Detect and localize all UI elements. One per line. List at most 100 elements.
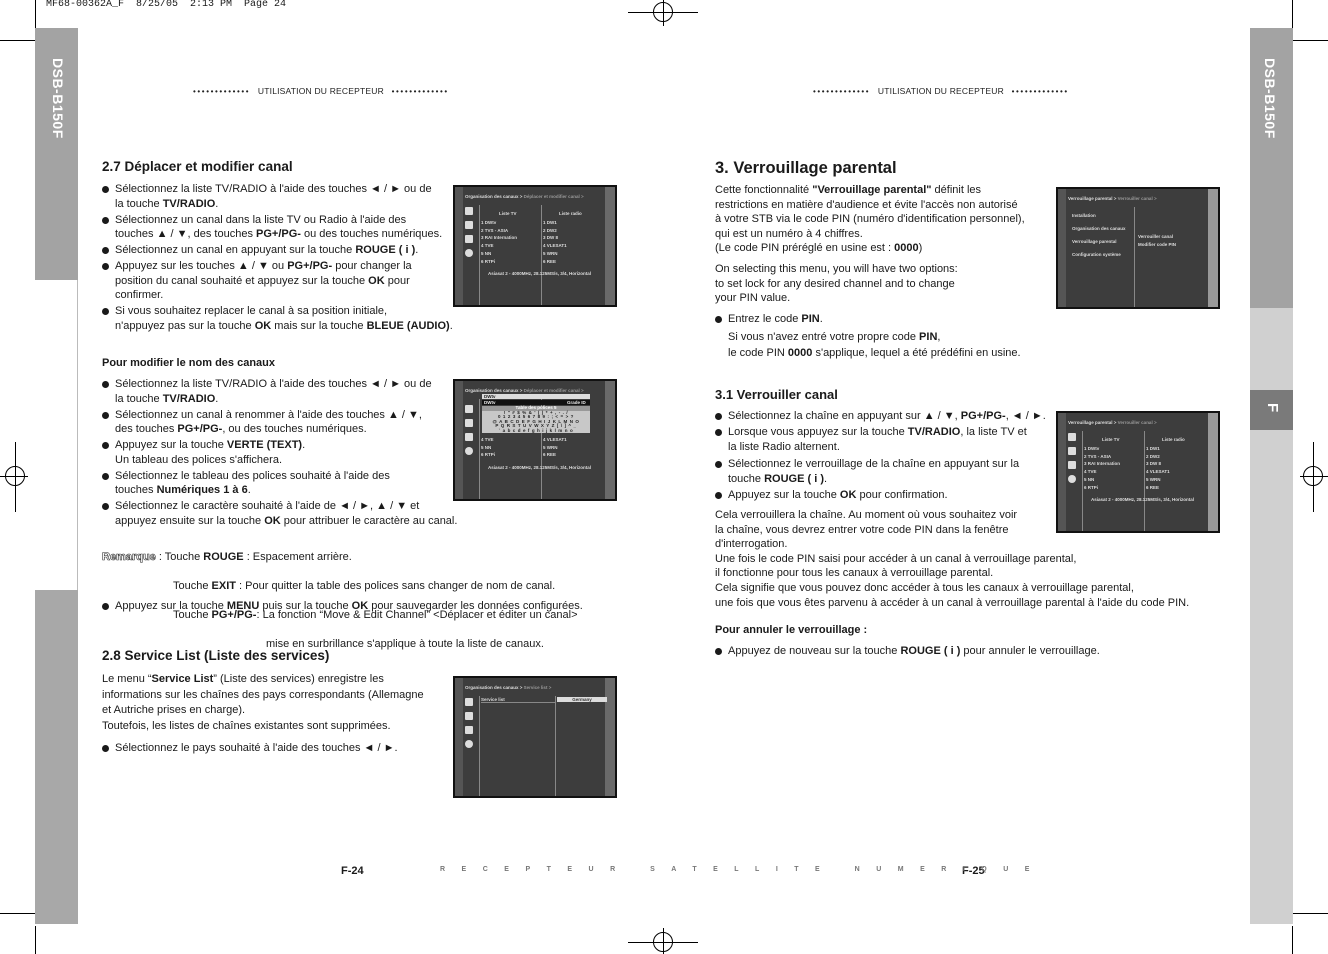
text: . [449,319,453,332]
text: Touche [173,579,212,592]
installation-icon [465,207,473,215]
bold-text: ROUGE ( i ) [764,472,824,485]
bullet-list: Sélectionnez la liste TV/RADIO à l'aide … [102,377,482,530]
crop-mark [15,442,16,512]
bullet-item: Appuyez sur la touche MENU puis sur la t… [102,599,622,614]
text: Entrez le code [728,313,802,325]
list-item: 4 TVE [1084,469,1097,475]
list-item: 3 RAI Internation [1084,461,1121,467]
model-label: DSB-B150F [50,58,66,139]
list-item: 2 TVS - ASIA [1084,453,1112,459]
list-item: 1 DWtv [1084,446,1100,451]
bold-text: EXIT [211,579,236,592]
list-item: 6 RTPi [1084,484,1099,490]
bold-text: VERTE (TEXT) [226,439,303,452]
list-item: 3 RAI Internation [481,235,518,241]
list-item: 3 DW 8 [1146,461,1162,467]
page-number-left: F-24 [341,865,364,877]
screenshot-font-table: Organisation des canaux > Déplacer et mo… [453,379,617,501]
text: Cela verrouillera la chaîne. Au moment o… [715,509,1190,609]
crop-mark [0,40,35,41]
text: Appuyez sur la touche [115,600,227,612]
list-item: 5 WRN [1146,476,1161,482]
list-item: 2 DW2 [543,227,557,233]
settings-icon [465,249,473,257]
paragraph: Si vous n'avez entré votre propre code P… [728,330,1058,361]
crop-mark [0,913,35,914]
text: , ◄ / ►. [1005,410,1046,422]
crop-mark [35,0,36,28]
text: . [215,392,219,405]
text: : Espacement arrière. [243,550,352,563]
list-item: 5 NN [1084,476,1095,482]
bullet-item: Sélectionnez la liste TV/RADIO à l'aide … [102,377,482,406]
crop-mark [1292,0,1293,28]
bold-text: TV/RADIO [162,197,216,210]
list-item: 1 DW1 [543,220,557,225]
text: puis sur la touche [259,600,352,612]
list-item: Organisation des canaux [1072,226,1126,231]
bold-text: BLEUE (AUDIO) [366,319,450,332]
text: On selecting this menu, you will have tw… [715,263,958,305]
bullet-item: Sélectionnez un canal en appuyant sur la… [102,243,462,258]
bullet-list: Appuyez de nouveau sur la touche ROUGE (… [715,644,1215,660]
bullet-list: Appuyez sur la touche MENU puis sur la t… [102,599,622,615]
bullet-item: Appuyez sur les touches ▲ / ▼ ou PG+/PG-… [102,259,462,303]
text: . [823,472,828,485]
section-title-3: 3. Verrouillage parental [715,159,897,177]
subsection-title: Pour annuler le verrouillage : [715,624,868,636]
bullet-item: Appuyez sur la touche VERTE (TEXT). Un t… [102,438,482,467]
remark-label: Remarque [102,550,156,563]
list-item: 2 DW2 [1146,453,1160,459]
bold-text: 0000 [894,242,919,255]
list-item: 5 WRN [543,444,558,450]
text: . [819,313,823,325]
paragraph: Cette fonctionnalité "Verrouillage paren… [715,183,1045,256]
bold-text: OK [254,319,272,332]
text: : Touche [155,550,204,563]
section-title-3-1: 3.1 Verrouiller canal [715,387,838,402]
bold-text: PG+/PG- [287,260,333,273]
list-item: 1 DWtv [481,220,497,225]
bullet-item: Sélectionnez un canal à renommer à l'aid… [102,408,482,437]
list-item: 5 WRN [543,250,558,256]
text: . [247,484,251,497]
list-item: 5 NN [481,444,492,450]
bullet-item: Appuyez sur la touche OK pour confirmati… [715,488,1055,503]
bold-text: TV/RADIO [907,426,961,439]
list-item: 4 VLESAT1 [543,243,567,249]
left-side-tab-bottom [35,590,78,924]
running-header: ••••••••••••• UTILISATION DU RECEPTEUR •… [193,86,449,96]
text: : Pour quitter la table des polices sans… [235,579,556,592]
bullet-item: Lorsque vous appuyez sur la touche TV/RA… [715,425,1055,455]
paragraph: Le menu “Service List” (Liste des servic… [102,672,452,734]
bold-text: Numériques 1 à 6 [156,484,248,497]
list-item: 6 REE [543,452,557,458]
running-header: ••••••••••••• UTILISATION DU RECEPTEUR •… [813,86,1069,96]
text: Appuyez sur la touche [115,439,227,452]
bullet-item: Si vous souhaitez replacer le canal à sa… [102,304,462,333]
list-item: 1 DW1 [1146,446,1160,451]
list-item: 2 TVS - ASIA [481,227,509,233]
bold-text: MENU [226,600,260,612]
bullet-item: Sélectionnez la chaîne en appuyant sur ▲… [715,409,1055,424]
screenshot-parental-menu: Verrouillage parental > Verrouiller cana… [1056,187,1220,309]
bold-text: Service List [151,673,214,685]
text: Appuyez sur la touche [728,489,840,502]
bold-text: ROUGE ( i ) [900,645,961,657]
channels-icon [465,221,473,229]
bold-text: PG+/PG- [960,410,1006,422]
bold-text: PIN [919,331,938,343]
crop-mark [1293,913,1328,914]
list-item: 4 VLESAT1 [543,437,567,442]
list-item: 4 TVE [481,243,494,249]
text: Sélectionnez le pays souhaité à l'aide d… [115,742,398,754]
bold-text: OK [839,489,857,502]
bullet-item: Sélectionnez le caractère souhaité à l'a… [102,499,482,528]
list-item: 6 RTPi [481,452,496,458]
bullet-item: Appuyez de nouveau sur la touche ROUGE (… [715,644,1215,659]
text: . [215,197,219,210]
text: . [415,244,419,257]
bullet-item: Sélectionnez la liste TV/RADIO à l'aide … [102,182,462,211]
print-mark: MF68-00362A_F 8/25/05 2:13 PM Page 24 [46,0,287,10]
